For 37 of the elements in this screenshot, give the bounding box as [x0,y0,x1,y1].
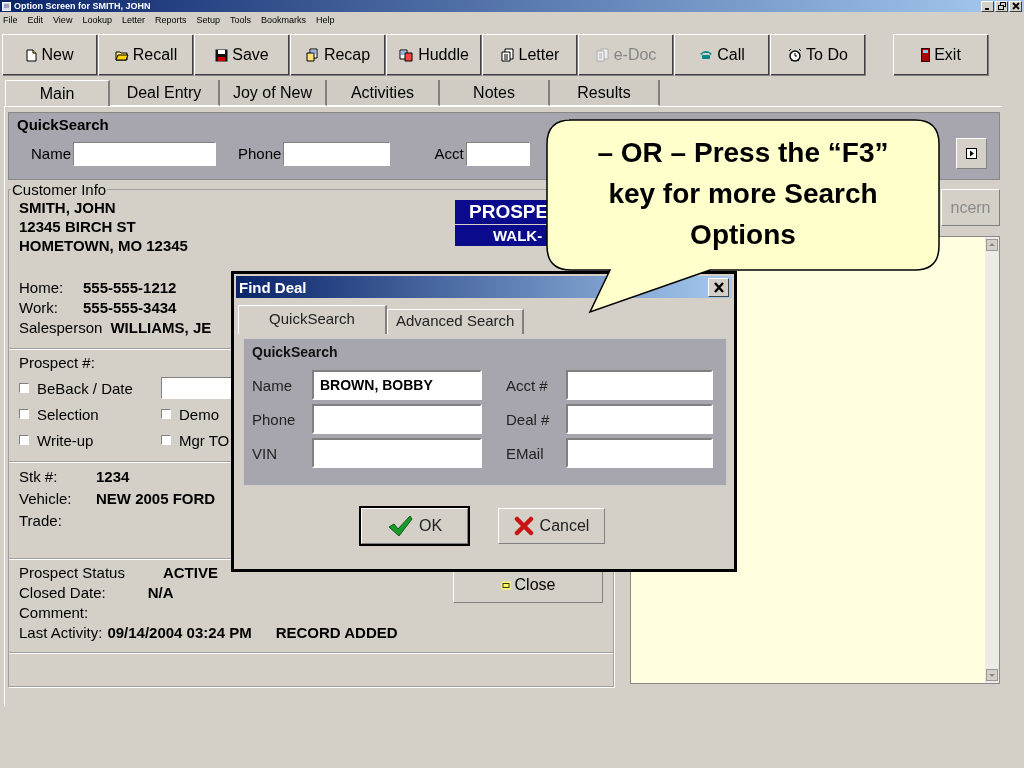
field-value: ACTIVE [162,563,218,583]
field-label: Acct # [505,376,549,394]
field-label: Prospect #: [19,354,95,371]
field-label: Name [252,376,293,394]
field-label: Work: [19,298,59,318]
field-label: Acct [434,145,464,162]
field-label: Name [31,145,71,162]
address-line: SMITH, JOHN [19,198,117,217]
field-label: Closed Date: [19,583,106,603]
field-label: Last Activity: [19,623,103,643]
field-label: Trade: [19,511,63,531]
field-label: Comment: [19,603,89,623]
dialog-title: Find Deal [239,278,307,296]
field-label: Prospect Status [19,563,125,583]
field-label: Phone [252,410,297,428]
field-value: RECORD ADDED [275,623,398,643]
field-label: Stk #: [19,467,59,487]
panel-title: QuickSearch [252,344,338,360]
field-label: Home: [19,278,65,298]
field-value: NEW 2005 FORD [96,489,216,509]
field-value: 555-555-3434 [83,298,177,318]
field-value: N/A [147,583,174,603]
field-label: EMail [505,444,545,462]
field-value: 555-555-1212 [83,278,177,298]
window-title: Option Screen for SMITH, JOHN [14,1,151,11]
field-label: Phone [238,145,282,162]
field-label: Deal # [505,410,551,428]
panel-title: QuickSearch [17,116,110,133]
address-line: HOMETOWN, MO 12345 [19,236,189,255]
field-label: Vehicle: [19,489,73,509]
field-value: WILLIAMS, JE [110,318,212,338]
section-legend: Customer Info [11,181,108,198]
field-label: VIN [252,444,278,462]
field-value: 1234 [96,467,130,487]
field-label: Salesperson [19,318,103,338]
field-value: 09/14/2004 03:24 PM [107,623,252,643]
address-line: 12345 BIRCH ST [19,217,137,236]
